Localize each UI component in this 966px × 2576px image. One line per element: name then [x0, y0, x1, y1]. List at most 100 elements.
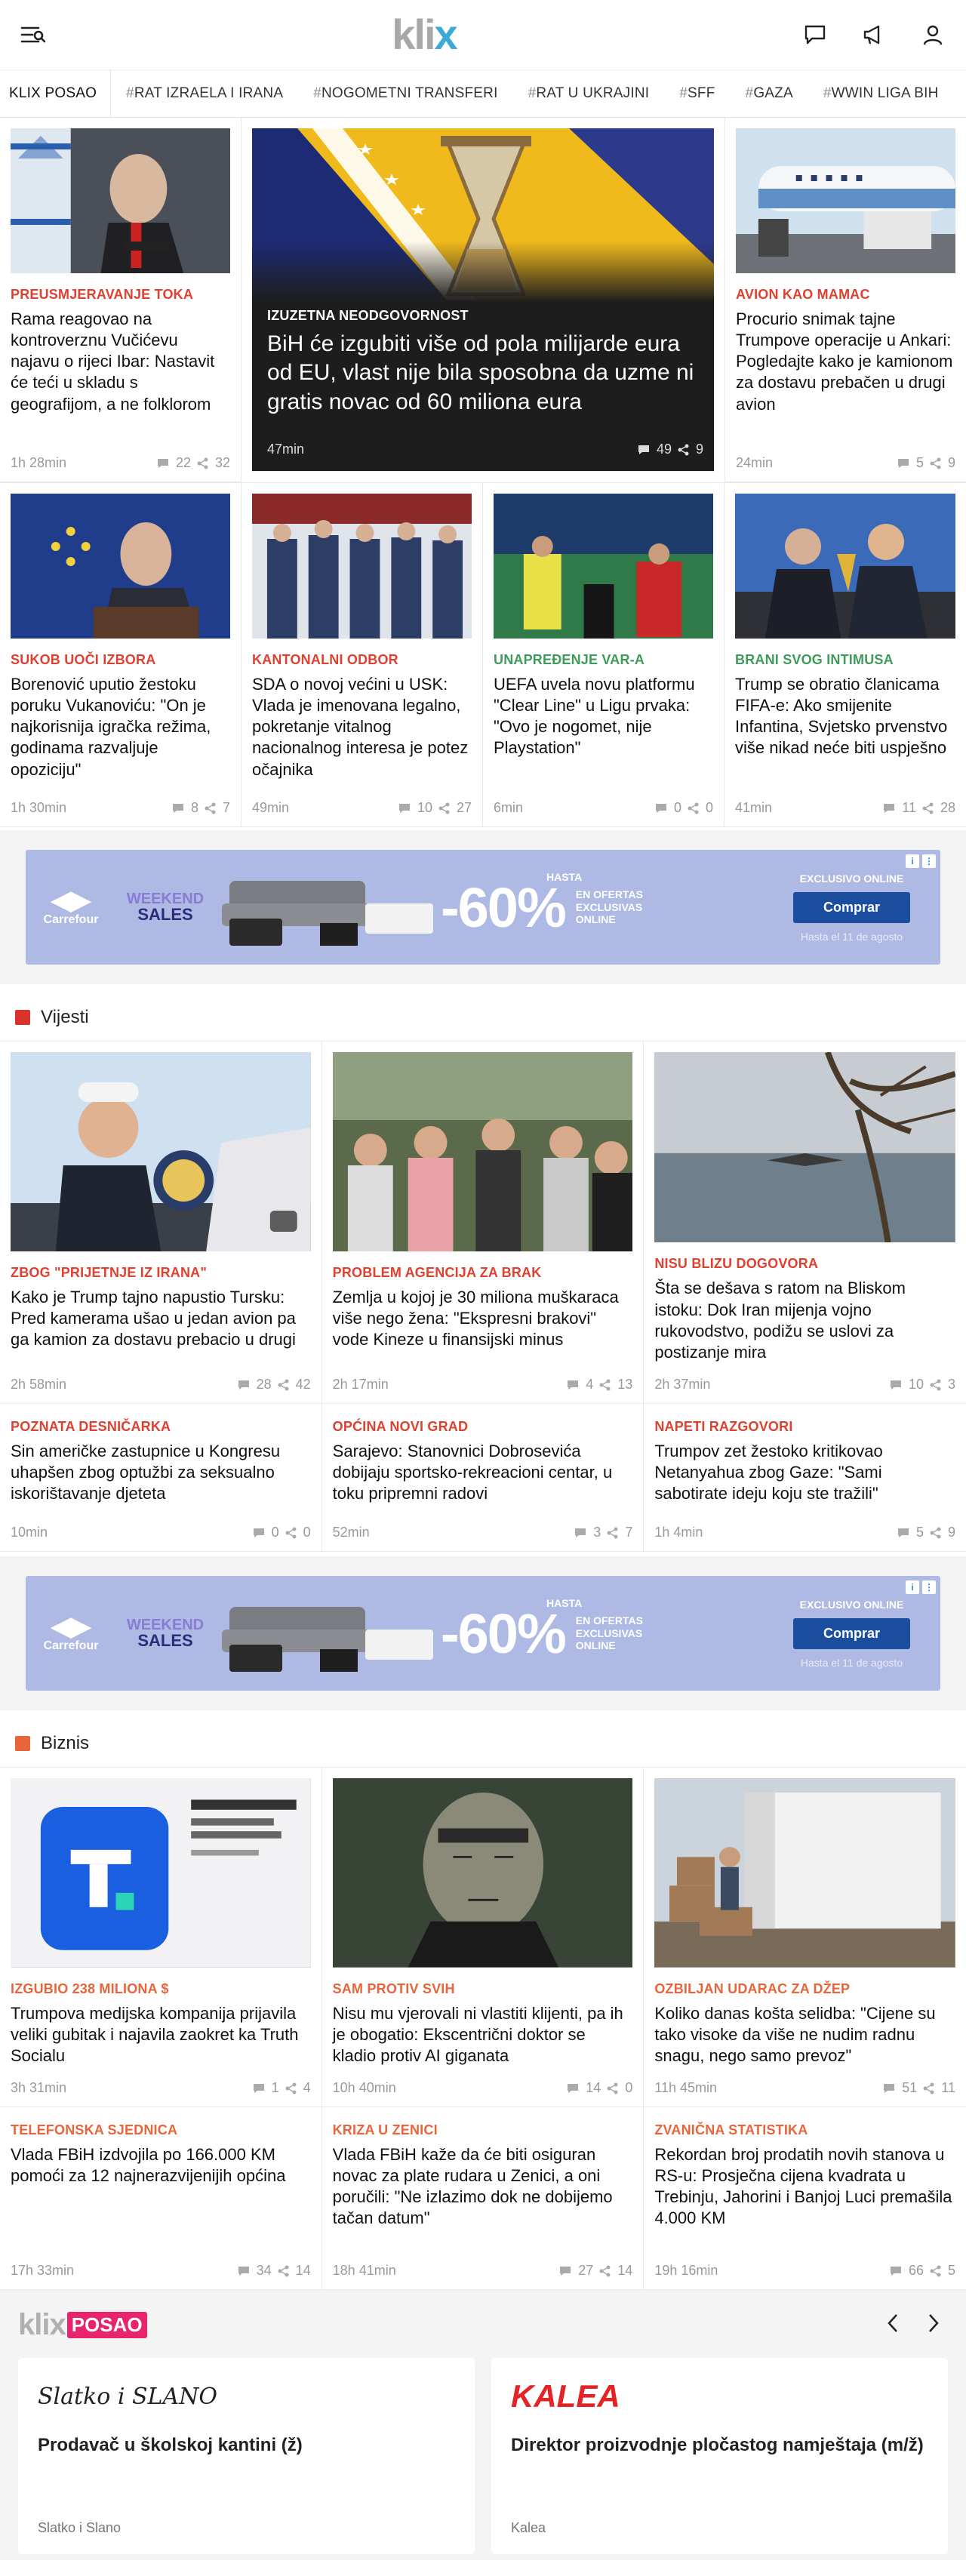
article-image[interactable]: [654, 1778, 955, 1968]
tag-nogometni-transferi[interactable]: # NOGOMETNI TRANSFERI: [298, 69, 512, 117]
menu-icon[interactable]: [20, 21, 47, 48]
article-title[interactable]: Zemlja u kojoj je 30 miliona muškaraca v…: [333, 1287, 633, 1350]
article-title[interactable]: Kako je Trump tajno napustio Tursku: Pre…: [11, 1287, 311, 1350]
article-title[interactable]: Sarajevo: Stanovnici Dobrosevića dobijaj…: [333, 1441, 633, 1504]
chevron-right-icon[interactable]: [927, 2313, 940, 2337]
ad-weekend-sales: WEEKEND SALES: [126, 891, 205, 924]
article-card[interactable]: KANTONALNI ODBOR SDA o novoj većini u US…: [242, 483, 483, 827]
job-card[interactable]: KALEA Direktor proizvodnje pločastog nam…: [491, 2358, 948, 2554]
article-kicker: NISU BLIZU DOGOVORA: [654, 1256, 819, 1272]
share-icon: [599, 1379, 611, 1390]
article-image[interactable]: [332, 1052, 633, 1251]
ad-buy-button[interactable]: Comprar: [792, 891, 910, 923]
article-title[interactable]: Vlada FBiH kaže da će biti osiguran nova…: [333, 2144, 633, 2230]
tag-wwin-liga-bih[interactable]: # WWIN LIGA BIH: [808, 69, 954, 117]
article-title[interactable]: Rama reagovao na kontroverznu Vučićevu n…: [11, 309, 230, 415]
article-title[interactable]: Trumpova medijska kompanija prijavila ve…: [11, 2003, 311, 2067]
article-time: 52min: [332, 1525, 370, 1540]
klix-posao-logo[interactable]: klix POSAO: [18, 2308, 147, 2342]
user-icon[interactable]: [919, 21, 946, 48]
article-image[interactable]: [11, 1052, 311, 1251]
article-title[interactable]: SDA o novoj većini u USK: Vlada je imeno…: [252, 674, 472, 780]
article-kicker: PROBLEM AGENCIJA ZA BRAK: [332, 1265, 542, 1280]
share-icon: [438, 802, 450, 814]
article-image[interactable]: [11, 1778, 311, 1968]
article-card[interactable]: PREUSMJERAVANJE TOKA Rama reagovao na ko…: [0, 118, 242, 482]
article-card[interactable]: IZGUBIO 238 MILIONA $ Trumpova medijska …: [0, 1768, 322, 2107]
advertisement-banner[interactable]: ◀▶ Carrefour WEEKEND SALES -60% EN OFERTAS…: [26, 1576, 940, 1691]
ad-info-icon[interactable]: i: [906, 854, 919, 868]
chat-icon[interactable]: [801, 21, 829, 48]
article-title[interactable]: Trump se obratio članicama FIFA-e: Ako s…: [735, 674, 955, 759]
article-card[interactable]: AVION KAO MAMAC Procurio snimak tajne Tr…: [724, 118, 966, 482]
comment-count: 34: [256, 2263, 272, 2278]
site-logo[interactable]: kli x: [392, 14, 457, 56]
article-card[interactable]: SUKOB UOČI IZBORA Borenović uputio žesto…: [0, 483, 242, 827]
job-card[interactable]: Slatko i SLANO Prodavač u školskoj kanti…: [18, 2358, 475, 2554]
article-image[interactable]: [332, 1778, 633, 1968]
ad-info-icon[interactable]: i: [906, 1580, 919, 1594]
article-title[interactable]: Koliko danas košta selidba: "Cijene su t…: [654, 2003, 955, 2067]
article-card[interactable]: UNAPREĐENJE VAR-A UEFA uvela novu platfo…: [483, 483, 724, 827]
job-title[interactable]: Direktor proizvodnje pločastog namještaj…: [511, 2433, 928, 2457]
comment-count: 5: [915, 1525, 924, 1540]
article-card[interactable]: PROBLEM AGENCIJA ZA BRAK Zemlja u kojoj …: [321, 1042, 645, 1404]
article-card[interactable]: NISU BLIZU DOGOVORA Šta se dešava s rato…: [644, 1042, 966, 1404]
featured-article-image[interactable]: [252, 128, 714, 302]
ad-close-icon[interactable]: ⋮: [922, 854, 936, 868]
article-title[interactable]: Rekordan broj prodatih novih stanova u R…: [654, 2144, 955, 2230]
tag-rat-izraela-i-irana[interactable]: # RAT IZRAELA I IRANA: [111, 69, 298, 117]
article-title[interactable]: Vlada FBiH izdvojila po 166.000 KM pomoć…: [11, 2144, 311, 2187]
vijesti-grid: ZBOG "PRIJETNJE IZ IRANA" Kako je Trump …: [0, 1042, 966, 1552]
job-title[interactable]: Prodavač u školskoj kantini (ž): [38, 2433, 455, 2457]
comment-icon: [172, 803, 183, 813]
megaphone-icon[interactable]: [860, 21, 888, 48]
article-time: 2h 37min: [654, 1377, 711, 1392]
article-image[interactable]: [11, 128, 230, 273]
article-card[interactable]: TELEFONSKA SJEDNICA Vlada FBiH izdvojila…: [0, 2107, 322, 2290]
article-image[interactable]: [11, 494, 230, 639]
carrefour-logo-icon: ◀▶: [51, 1612, 91, 1641]
comment-icon: [157, 458, 168, 468]
ad-buy-button[interactable]: Comprar: [792, 1617, 910, 1649]
article-title[interactable]: Procurio snimak tajne Trumpove operacije…: [736, 309, 955, 415]
article-card[interactable]: ZBOG "PRIJETNJE IZ IRANA" Kako je Trump …: [0, 1042, 322, 1404]
article-title[interactable]: Borenović uputio žestoku poruku Vukanovi…: [11, 674, 230, 780]
advertisement-slot: ◀▶ Carrefour WEEKEND SALES -60% EN OFERTAS…: [0, 830, 966, 984]
article-image[interactable]: [735, 494, 955, 639]
article-card[interactable]: OPĆINA NOVI GRAD Sarajevo: Stanovnici Do…: [321, 1404, 645, 1552]
article-title[interactable]: Nisu mu vjerovali ni vlastiti klijenti, …: [333, 2003, 633, 2067]
article-kicker: NAPETI RAZGOVORI: [654, 1419, 793, 1434]
article-card[interactable]: OZBILJAN UDARAC ZA DŽEP Koliko danas koš…: [644, 1768, 966, 2107]
section-title[interactable]: Biznis: [41, 1733, 89, 1754]
article-card[interactable]: BRANI SVOG INTIMUSA Trump se obratio čla…: [724, 483, 966, 827]
article-time: 41min: [735, 800, 773, 815]
article-image[interactable]: [252, 494, 472, 639]
article-title[interactable]: Sin američke zastupnice u Kongresu uhapš…: [11, 1441, 311, 1504]
article-image[interactable]: [494, 494, 713, 639]
share-count: 9: [947, 455, 955, 470]
article-card[interactable]: SAM PROTIV SVIH Nisu mu vjerovali ni vla…: [321, 1768, 645, 2107]
article-card[interactable]: POZNATA DESNIČARKA Sin američke zastupni…: [0, 1404, 322, 1552]
article-time: 2h 58min: [11, 1377, 67, 1392]
article-title[interactable]: UEFA uvela novu platformu "Clear Line" u…: [494, 674, 713, 759]
article-card[interactable]: KRIZA U ZENICI Vlada FBiH kaže da će bit…: [321, 2107, 645, 2290]
ad-close-icon[interactable]: ⋮: [922, 1580, 936, 1594]
article-title[interactable]: Šta se dešava s ratom na Bliskom istoku:…: [654, 1278, 955, 1363]
article-card[interactable]: ZVANIČNA STATISTIKA Rekordan broj prodat…: [644, 2107, 966, 2290]
article-image[interactable]: [736, 128, 955, 273]
featured-title[interactable]: BiH će izgubiti više od pola milijarde e…: [267, 330, 703, 417]
tag-rat-u-ukrajini[interactable]: # RAT U UKRAJINI: [513, 69, 665, 117]
article-image[interactable]: [654, 1052, 955, 1243]
featured-article-card[interactable]: IZUZETNA NEODGOVORNOST BiH će izgubiti v…: [252, 128, 714, 472]
section-title[interactable]: Vijesti: [41, 1007, 89, 1028]
tag-sff[interactable]: # SFF: [664, 69, 730, 117]
share-count: 0: [303, 1525, 311, 1540]
comment-count: 1: [271, 2080, 279, 2095]
tag-gaza[interactable]: # GAZA: [731, 69, 808, 117]
article-card[interactable]: NAPETI RAZGOVORI Trumpov zet žestoko kri…: [644, 1404, 966, 1552]
article-title[interactable]: Trumpov zet žestoko kritikovao Netanyahu…: [654, 1441, 955, 1504]
advertisement-banner[interactable]: ◀▶ Carrefour WEEKEND SALES -60% EN OFERTAS…: [26, 850, 940, 965]
tag-klix-posao[interactable]: KLIX POSAO: [0, 69, 112, 117]
chevron-left-icon[interactable]: [886, 2313, 900, 2337]
